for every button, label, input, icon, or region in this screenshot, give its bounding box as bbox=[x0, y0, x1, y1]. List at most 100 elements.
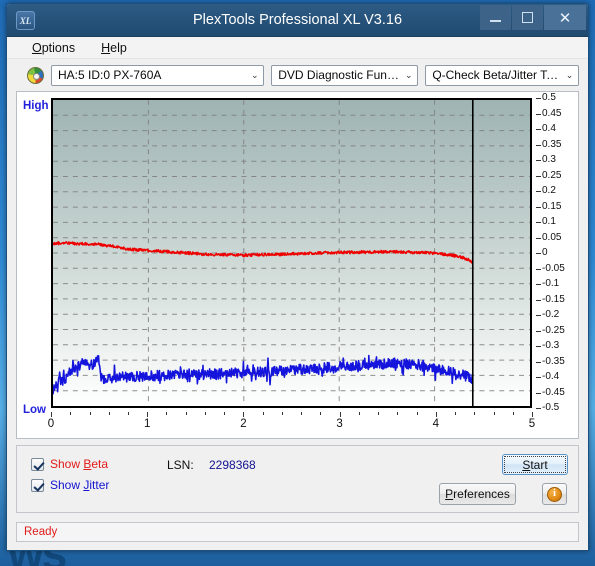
info-icon: i bbox=[547, 486, 562, 502]
x-tick-mark bbox=[262, 412, 264, 415]
y-tick-mark bbox=[536, 392, 541, 394]
x-tick-label: 3 bbox=[336, 418, 343, 430]
status-text: Ready bbox=[24, 526, 58, 538]
y-tick-mark bbox=[536, 160, 541, 161]
chart-low-label: Low bbox=[23, 404, 46, 416]
chart-inner: High Low 0.5 0.45 0.4 0.35 0.3 0.25 0.2 0.15 0.1… bbox=[17, 92, 578, 438]
show-jitter-label: Show Jitter bbox=[50, 478, 110, 492]
y-tick-mark bbox=[536, 361, 541, 363]
x-tick-mark bbox=[397, 412, 399, 415]
y-tick-mark bbox=[536, 237, 541, 239]
y-tick-label: 0.3 bbox=[542, 154, 556, 165]
chevron-down-icon: ⌄ bbox=[405, 69, 413, 80]
y-tick-label: 0.15 bbox=[542, 200, 562, 212]
y-tick-label: 0.2 bbox=[542, 185, 556, 196]
menu-item-options[interactable]: Options bbox=[29, 40, 78, 56]
function-select[interactable]: DVD Diagnostic Functions ⌄ bbox=[271, 64, 419, 86]
y-tick-mark bbox=[536, 330, 541, 332]
info-button[interactable]: i bbox=[542, 483, 567, 505]
main-content: High Low 0.5 0.45 0.4 0.35 0.3 0.25 0.2 0.15 0.1… bbox=[7, 91, 588, 522]
y-tick-label: -0.05 bbox=[542, 262, 565, 274]
x-tick-mark bbox=[166, 412, 168, 415]
drive-select-value: HA:5 ID:0 PX-760A bbox=[58, 68, 162, 82]
y-tick-mark bbox=[536, 175, 541, 177]
y-tick-label: -0.15 bbox=[542, 293, 565, 305]
y-tick-label: -0.45 bbox=[542, 386, 565, 398]
show-beta-checkbox[interactable] bbox=[31, 457, 44, 471]
y-tick-mark bbox=[536, 299, 541, 301]
y-tick-mark bbox=[536, 315, 541, 316]
y-tick-mark bbox=[536, 191, 541, 192]
x-tick-mark bbox=[455, 412, 456, 415]
y-tick-label: 0.5 bbox=[542, 92, 556, 103]
x-tick-mark bbox=[378, 412, 380, 415]
menu-item-help[interactable]: Help bbox=[98, 40, 130, 56]
disc-icon bbox=[27, 66, 44, 84]
preferences-button-label: Preferences bbox=[445, 487, 510, 501]
function-select-value: DVD Diagnostic Functions bbox=[278, 68, 400, 82]
y-tick-label: 0.4 bbox=[542, 123, 556, 134]
x-tick-mark bbox=[301, 412, 303, 415]
y-tick-label: -0.25 bbox=[542, 324, 565, 336]
x-tick-mark bbox=[493, 412, 495, 415]
x-tick-mark bbox=[89, 412, 91, 415]
show-jitter-row[interactable]: Show Jitter bbox=[31, 478, 109, 492]
start-button[interactable]: Start bbox=[502, 454, 568, 475]
chevron-down-icon: ⌄ bbox=[565, 69, 574, 80]
x-axis-ticks: 0 1 2 3 4 5 bbox=[48, 412, 536, 436]
x-tick-mark bbox=[185, 412, 187, 415]
y-tick-mark bbox=[536, 113, 541, 115]
preferences-button[interactable]: Preferences bbox=[439, 483, 516, 505]
y-tick-mark bbox=[536, 206, 541, 208]
y-tick-label: -0.35 bbox=[542, 355, 565, 367]
x-tick-mark bbox=[147, 412, 149, 417]
y-tick-mark bbox=[536, 144, 541, 146]
y-tick-label: 0.05 bbox=[542, 231, 562, 243]
y-tick-mark bbox=[536, 408, 541, 409]
y-tick-label: 0.1 bbox=[542, 216, 556, 227]
menu-bar: Options Help bbox=[7, 37, 588, 59]
lsn-label: LSN: bbox=[167, 458, 194, 472]
x-tick-mark bbox=[435, 412, 437, 417]
x-tick-mark bbox=[243, 412, 245, 417]
y-tick-label: 0.45 bbox=[542, 107, 562, 119]
y-tick-mark bbox=[536, 284, 541, 285]
x-tick-mark bbox=[281, 412, 283, 415]
drive-select[interactable]: HA:5 ID:0 PX-760A ⌄ bbox=[51, 64, 265, 86]
y-tick-label: -0.3 bbox=[542, 340, 560, 351]
y-tick-mark bbox=[536, 98, 541, 99]
x-tick-mark bbox=[204, 412, 206, 415]
y-tick-mark bbox=[536, 346, 541, 347]
lsn-value: 2298368 bbox=[209, 458, 256, 472]
x-tick-mark bbox=[512, 412, 514, 415]
x-tick-label: 5 bbox=[528, 418, 536, 430]
x-tick-mark bbox=[416, 412, 418, 415]
x-tick-mark bbox=[532, 412, 533, 417]
maximize-button[interactable] bbox=[512, 5, 543, 30]
focus-ring bbox=[504, 456, 566, 473]
status-bar: Ready bbox=[16, 522, 579, 542]
show-jitter-checkbox[interactable] bbox=[31, 478, 44, 492]
y-tick-mark bbox=[536, 268, 541, 270]
x-tick-label: 1 bbox=[143, 418, 151, 430]
minimize-button[interactable] bbox=[480, 5, 511, 30]
y-tick-mark bbox=[536, 129, 541, 130]
title-bar: XL PlexTools Professional XL V3.16 ✕ bbox=[7, 4, 588, 37]
test-select[interactable]: Q-Check Beta/Jitter Test ⌄ bbox=[425, 64, 579, 86]
show-beta-row[interactable]: Show Beta bbox=[31, 457, 108, 471]
chart-plot-svg bbox=[53, 100, 530, 406]
chart-high-label: High bbox=[23, 100, 49, 112]
selector-toolbar: HA:5 ID:0 PX-760A ⌄ DVD Diagnostic Funct… bbox=[7, 59, 588, 91]
minimize-icon bbox=[490, 20, 501, 22]
x-tick-mark bbox=[339, 412, 341, 417]
close-button[interactable]: ✕ bbox=[544, 5, 586, 30]
maximize-icon bbox=[522, 12, 533, 23]
x-tick-mark bbox=[224, 412, 226, 415]
window-controls: ✕ bbox=[480, 5, 586, 30]
x-tick-label: 2 bbox=[240, 418, 247, 430]
y-tick-label: -0.5 bbox=[542, 402, 560, 413]
y-tick-label: -0.2 bbox=[542, 309, 560, 320]
y-tick-label: -0.1 bbox=[542, 278, 560, 289]
y-tick-label: -0.4 bbox=[542, 371, 560, 382]
y-tick-label: 0.25 bbox=[542, 169, 562, 181]
